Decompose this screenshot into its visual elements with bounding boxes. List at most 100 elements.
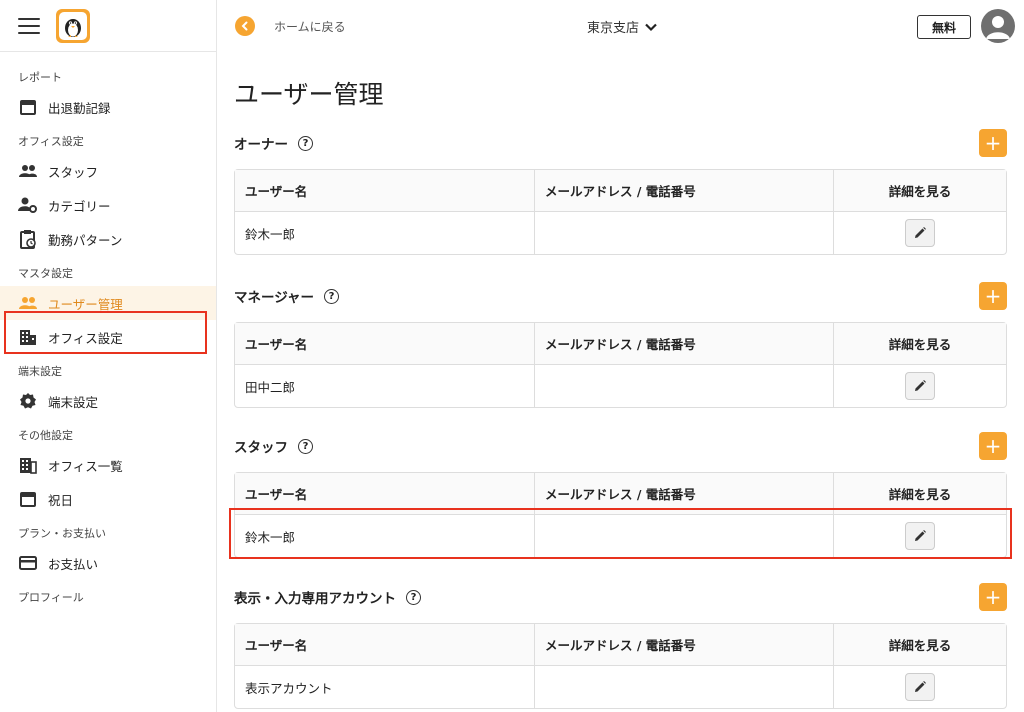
- office-list-icon: [18, 455, 38, 475]
- people-icon: [18, 293, 38, 313]
- sidebar-item[interactable]: 端末設定: [0, 384, 216, 418]
- plan-badge-button[interactable]: 無料: [917, 15, 971, 39]
- sidebar-header: [0, 0, 216, 52]
- user-section: マネージャー ? + ユーザー名 メールアドレス / 電話番号 詳細を見る 田中…: [234, 276, 1007, 408]
- sidebar-item-label: 出退勤記録: [48, 100, 111, 116]
- sidebar-item-label: 勤務パターン: [48, 232, 123, 248]
- section-title: オーナー ?: [234, 133, 313, 153]
- add-user-button[interactable]: +: [979, 129, 1007, 157]
- column-header-details: 詳細を見る: [833, 473, 1006, 515]
- sidebar-section-title: 端末設定: [18, 365, 62, 378]
- section-title: 表示・入力専用アカウント ?: [234, 587, 421, 607]
- penguin-logo[interactable]: [56, 8, 90, 43]
- column-header-contact: メールアドレス / 電話番号: [534, 624, 833, 666]
- column-header-contact: メールアドレス / 電話番号: [534, 170, 833, 212]
- sidebar-section-title: プラン・お支払い: [18, 527, 106, 540]
- column-header-name: ユーザー名: [235, 473, 534, 515]
- column-header-name: ユーザー名: [235, 323, 534, 365]
- sidebar-section-title: レポート: [18, 71, 62, 84]
- user-section: スタッフ ? + ユーザー名 メールアドレス / 電話番号 詳細を見る 鈴木一郎: [234, 426, 1007, 558]
- details-cell: [833, 666, 1006, 708]
- column-header-name: ユーザー名: [235, 170, 534, 212]
- column-header-details: 詳細を見る: [833, 323, 1006, 365]
- contact-cell: [534, 515, 833, 557]
- table-row: 表示アカウント: [235, 666, 1006, 708]
- sidebar-section-title: プロフィール: [18, 591, 84, 604]
- user-section: 表示・入力専用アカウント ? + ユーザー名 メールアドレス / 電話番号 詳細…: [234, 577, 1007, 709]
- clipboard-clock-icon: [18, 229, 38, 249]
- sidebar-item[interactable]: 祝日: [0, 482, 216, 516]
- people-icon: [18, 161, 38, 181]
- sidebar-item-label: カテゴリー: [48, 198, 111, 214]
- sidebar-item-label: オフィス一覧: [48, 458, 123, 474]
- add-user-button[interactable]: +: [979, 583, 1007, 611]
- sidebar-item[interactable]: オフィス設定: [0, 320, 216, 354]
- details-cell: [833, 515, 1006, 557]
- column-header-details: 詳細を見る: [833, 170, 1006, 212]
- table-header-row: ユーザー名 メールアドレス / 電話番号 詳細を見る: [235, 473, 1006, 515]
- back-icon[interactable]: [235, 16, 255, 36]
- avatar[interactable]: [981, 9, 1015, 43]
- sidebar-section-title: オフィス設定: [18, 135, 84, 148]
- top-bar: ホームに戻る 東京支店 無料: [217, 0, 1024, 52]
- table-header-row: ユーザー名 メールアドレス / 電話番号 詳細を見る: [235, 323, 1006, 365]
- back-link[interactable]: ホームに戻る: [274, 18, 346, 35]
- user-name-cell: 田中二郎: [245, 379, 296, 395]
- column-header-details: 詳細を見る: [833, 624, 1006, 666]
- column-header-contact: メールアドレス / 電話番号: [534, 473, 833, 515]
- contact-cell: [534, 666, 833, 708]
- user-table: ユーザー名 メールアドレス / 電話番号 詳細を見る 表示アカウント: [234, 623, 1007, 709]
- table-row: 鈴木一郎: [235, 515, 1006, 557]
- add-user-button[interactable]: +: [979, 282, 1007, 310]
- pencil-icon: [915, 227, 926, 238]
- gear-icon: [18, 391, 38, 411]
- menu-icon[interactable]: [18, 17, 40, 34]
- sidebar-item[interactable]: オフィス一覧: [0, 448, 216, 482]
- user-name-cell: 鈴木一郎: [245, 529, 296, 545]
- sidebar-item[interactable]: ユーザー管理: [0, 286, 216, 320]
- section-header: マネージャー ? +: [234, 276, 1007, 316]
- section-header: 表示・入力専用アカウント ? +: [234, 577, 1007, 617]
- sidebar-item[interactable]: カテゴリー: [0, 188, 216, 222]
- sidebar: レポート 出退勤記録 オフィス設定 スタッフ カテゴリー 勤務パターン マスタ設定 ユーザー管…: [0, 0, 217, 712]
- help-icon[interactable]: ?: [298, 438, 313, 454]
- credit-card-icon: [18, 553, 38, 573]
- help-icon[interactable]: ?: [406, 589, 421, 605]
- sidebar-item[interactable]: 出退勤記録: [0, 90, 216, 124]
- sidebar-item-label: スタッフ: [48, 164, 99, 180]
- branch-selector[interactable]: 東京支店: [587, 17, 658, 36]
- table-header-row: ユーザー名 メールアドレス / 電話番号 詳細を見る: [235, 624, 1006, 666]
- sidebar-item[interactable]: スタッフ: [0, 154, 216, 188]
- sidebar-item[interactable]: お支払い: [0, 546, 216, 580]
- user-name-cell: 鈴木一郎: [245, 226, 296, 242]
- edit-button[interactable]: [905, 673, 935, 701]
- help-icon[interactable]: ?: [324, 288, 340, 304]
- details-cell: [833, 212, 1006, 254]
- sidebar-item-label: お支払い: [48, 556, 99, 572]
- section-title-text: 表示・入力専用アカウント: [234, 591, 396, 607]
- section-header: スタッフ ? +: [234, 426, 1007, 466]
- table-row: 鈴木一郎: [235, 212, 1006, 254]
- edit-button[interactable]: [905, 522, 935, 550]
- sidebar-section-title: マスタ設定: [18, 267, 73, 280]
- edit-button[interactable]: [905, 219, 935, 247]
- sidebar-item-label: 祝日: [48, 492, 74, 508]
- table-header-row: ユーザー名 メールアドレス / 電話番号 詳細を見る: [235, 170, 1006, 212]
- sidebar-item-label: オフィス設定: [48, 330, 123, 346]
- person-gear-icon: [18, 195, 38, 215]
- user-section: オーナー ? + ユーザー名 メールアドレス / 電話番号 詳細を見る 鈴木一郎: [234, 123, 1007, 255]
- section-title-text: スタッフ: [234, 440, 288, 456]
- contact-cell: [534, 365, 833, 407]
- pencil-icon: [915, 681, 926, 692]
- add-user-button[interactable]: +: [979, 432, 1007, 460]
- calendar-icon: [18, 97, 38, 117]
- edit-button[interactable]: [905, 372, 935, 400]
- section-title-text: マネージャー: [234, 290, 315, 306]
- sidebar-section-title: その他設定: [18, 429, 73, 442]
- user-name-cell: 表示アカウント: [245, 680, 333, 696]
- sidebar-item[interactable]: 勤務パターン: [0, 222, 216, 256]
- help-icon[interactable]: ?: [298, 135, 313, 151]
- details-cell: [833, 365, 1006, 407]
- sidebar-item-label: 端末設定: [48, 394, 99, 410]
- user-table: ユーザー名 メールアドレス / 電話番号 詳細を見る 鈴木一郎: [234, 169, 1007, 255]
